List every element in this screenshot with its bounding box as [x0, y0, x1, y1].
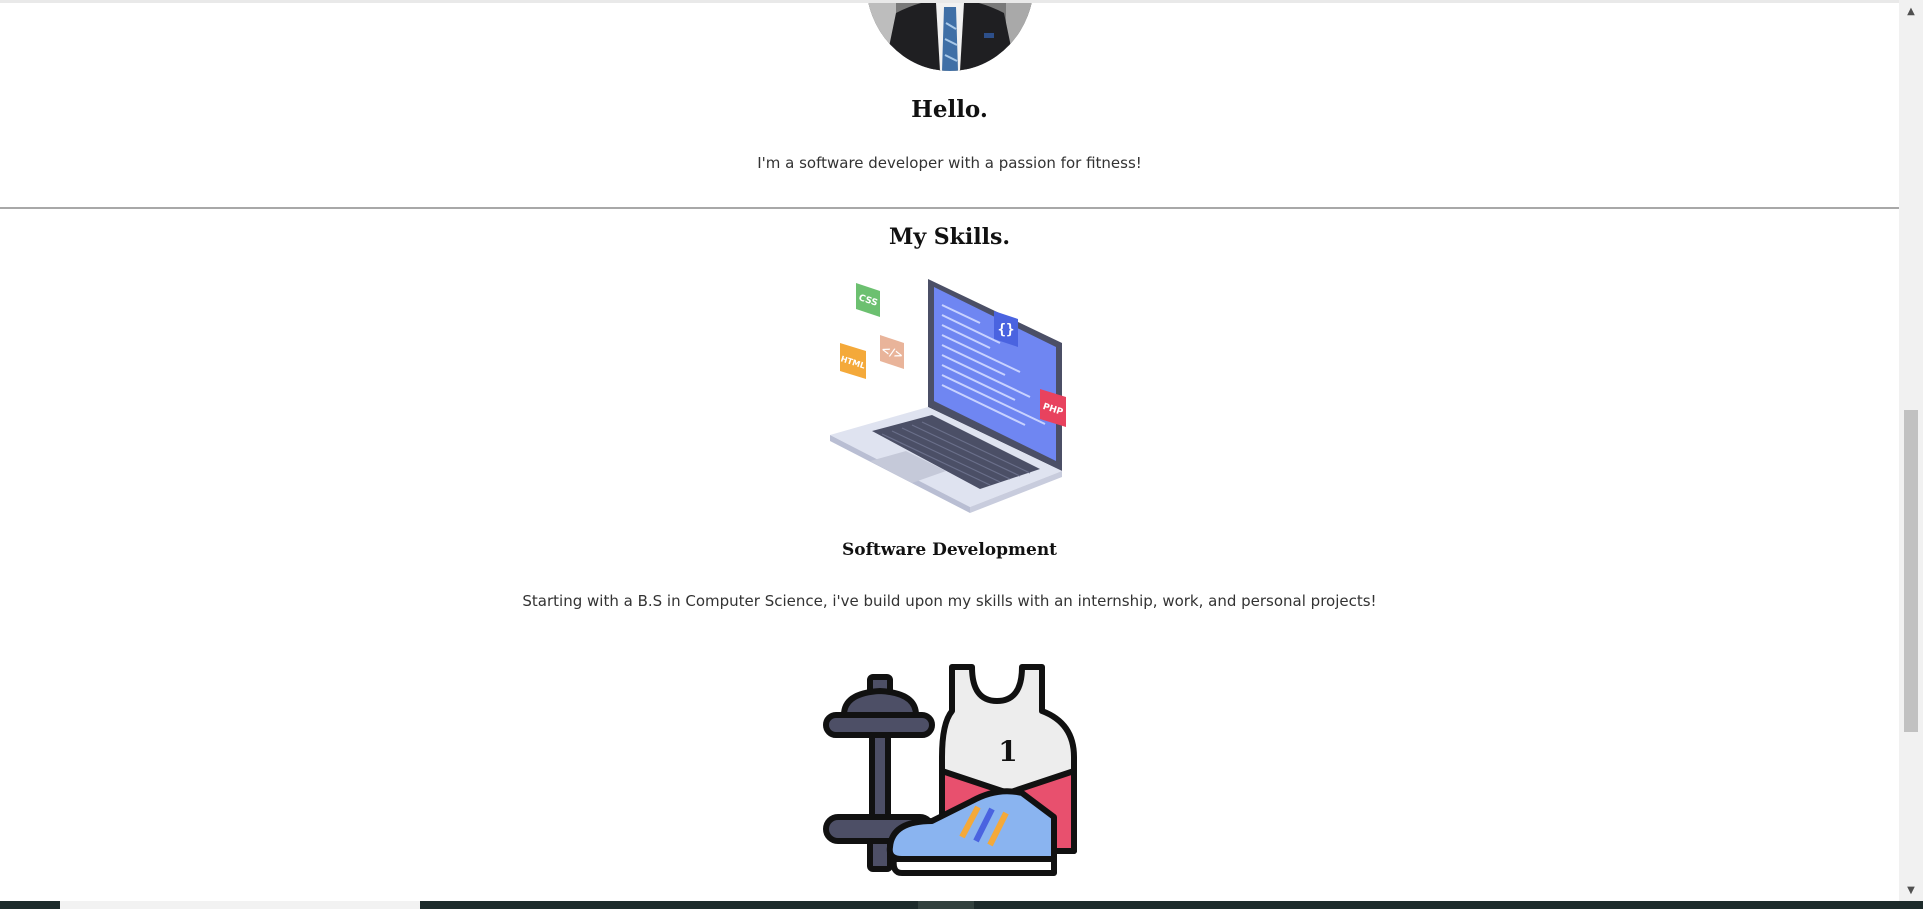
vertical-scrollbar[interactable]: ▲ ▼	[1899, 0, 1923, 901]
scroll-up-arrow-icon[interactable]: ▲	[1899, 2, 1923, 22]
skill-title-software-development: Software Development	[841, 540, 1058, 560]
taskbar-item[interactable]	[918, 901, 974, 909]
html-badge: HTML	[839, 343, 866, 379]
svg-text:1: 1	[998, 735, 1017, 768]
hello-heading: Hello.	[911, 96, 988, 123]
section-divider	[0, 207, 1899, 209]
scrollbar-thumb[interactable]	[1904, 410, 1918, 732]
scroll-down-arrow-icon[interactable]: ▼	[1899, 881, 1923, 901]
taskbar	[0, 901, 1923, 909]
page-content: Hello. I'm a software developer with a p…	[0, 3, 1899, 901]
hello-intro-text: I'm a software developer with a passion …	[757, 154, 1142, 172]
laptop-code-icon: CSS </> HTML {} PHP	[830, 279, 1066, 513]
profile-photo	[866, 3, 1034, 71]
taskbar-active-item[interactable]	[60, 901, 420, 909]
skills-heading: My Skills.	[888, 224, 1011, 250]
skill-description-software-development: Starting with a B.S in Computer Science,…	[522, 592, 1377, 610]
code-badge: </>	[879, 335, 905, 369]
fitness-gear-icon: 1	[823, 664, 1077, 876]
css-badge: CSS	[856, 283, 880, 317]
svg-text:{}: {}	[998, 322, 1015, 338]
